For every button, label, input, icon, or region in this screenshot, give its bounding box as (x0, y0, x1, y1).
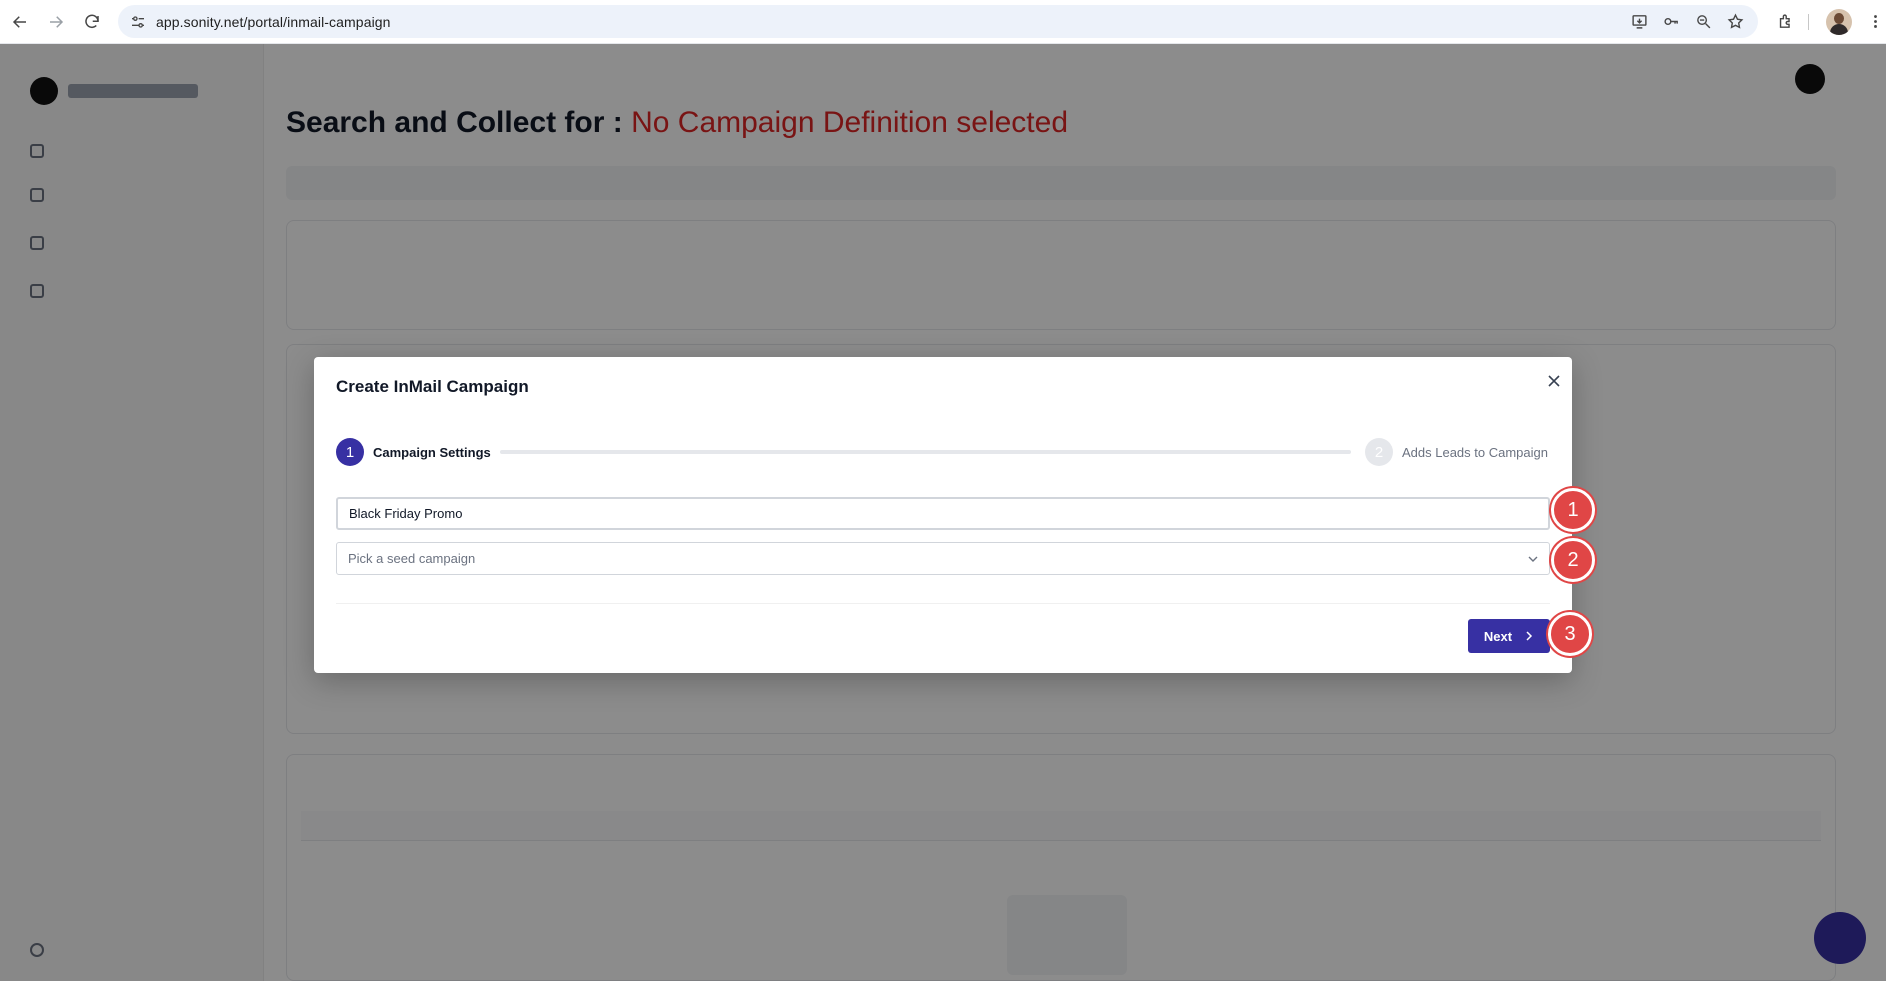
password-key-icon[interactable] (1658, 9, 1684, 35)
browser-toolbar: app.sonity.net/portal/inmail-campaign (0, 0, 1886, 44)
annotation-marker: 1 (1551, 488, 1595, 532)
annotation-marker: 3 (1548, 612, 1592, 656)
address-bar[interactable]: app.sonity.net/portal/inmail-campaign (118, 5, 1758, 38)
step-add-leads: 2 Adds Leads to Campaign (1365, 438, 1548, 466)
step-number: 1 (336, 438, 364, 466)
seed-campaign-placeholder: Pick a seed campaign (348, 551, 476, 566)
chevron-down-icon (1528, 556, 1538, 562)
seed-campaign-select[interactable]: Pick a seed campaign (336, 542, 1550, 575)
create-inmail-campaign-modal: Create InMail Campaign 1 Campaign Settin… (314, 357, 1572, 673)
install-app-icon[interactable] (1626, 9, 1652, 35)
step-label: Campaign Settings (373, 444, 491, 460)
back-arrow-icon[interactable] (2, 4, 38, 40)
step-progress-line (500, 450, 1351, 454)
more-vert-icon[interactable] (1862, 8, 1886, 34)
extensions-icon[interactable] (1772, 8, 1798, 34)
chevron-right-icon (1526, 631, 1533, 641)
toolbar-separator (1808, 14, 1809, 30)
step-number: 2 (1365, 438, 1393, 466)
profile-avatar[interactable] (1826, 9, 1852, 35)
close-icon[interactable] (1544, 371, 1564, 391)
next-button-label: Next (1483, 628, 1513, 644)
campaign-name-input[interactable] (336, 497, 1550, 530)
next-button[interactable]: Next (1468, 619, 1550, 653)
modal-footer-divider (336, 603, 1550, 604)
modal-title: Create InMail Campaign (336, 377, 529, 396)
step-campaign-settings: 1 Campaign Settings (336, 438, 491, 466)
reload-icon[interactable] (74, 4, 110, 40)
bookmark-star-icon[interactable] (1722, 9, 1748, 35)
annotation-marker: 2 (1551, 538, 1595, 582)
forward-arrow-icon[interactable] (38, 4, 74, 40)
url-text[interactable]: app.sonity.net/portal/inmail-campaign (156, 14, 391, 30)
step-label: Adds Leads to Campaign (1402, 444, 1548, 460)
zoom-icon[interactable] (1690, 9, 1716, 35)
site-settings-icon[interactable] (128, 12, 148, 32)
